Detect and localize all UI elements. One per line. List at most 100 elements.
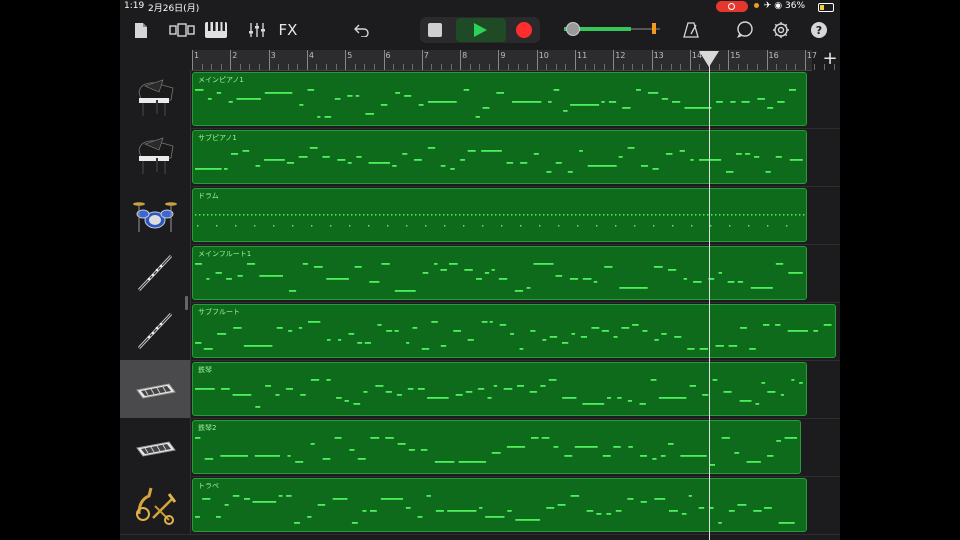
track-header[interactable] [120, 186, 191, 244]
master-volume-slider[interactable] [564, 22, 660, 36]
flute-icon [133, 310, 177, 352]
midi-region[interactable]: 鉄琴 [192, 362, 807, 416]
ruler-bar-number: 2 [232, 51, 238, 60]
track-header-top [120, 50, 192, 71]
undo-icon[interactable] [352, 18, 372, 42]
grand-piano-icon [133, 78, 177, 120]
track-header[interactable] [120, 244, 191, 302]
ruler-bar-line [345, 50, 347, 70]
record-icon[interactable] [516, 22, 532, 38]
mixer-icon[interactable] [246, 18, 268, 42]
track-row[interactable]: トラペ [120, 476, 840, 535]
ruler-bar-line [192, 50, 193, 70]
loop-icon[interactable] [734, 18, 756, 42]
track-row[interactable]: メインピアノ1 [120, 70, 840, 129]
view-toggle-icon[interactable] [168, 18, 196, 42]
volume-knob[interactable] [566, 22, 580, 36]
note-pattern [195, 147, 803, 173]
track-row[interactable]: 鉄琴2 [120, 418, 840, 477]
battery-percent: 36% [785, 1, 806, 11]
note-pattern [195, 379, 803, 408]
midi-region[interactable]: ドラム [192, 188, 807, 242]
help-icon[interactable]: ? [808, 18, 830, 42]
playhead-line [709, 60, 711, 540]
metronome-icon[interactable] [681, 18, 701, 42]
ruler-bar-number: 12 [615, 51, 626, 60]
status-time: 1:19 [124, 1, 145, 11]
track-row[interactable]: 鉄琴 [120, 360, 840, 419]
region-name: メインピアノ1 [198, 76, 244, 84]
ruler-bar-line [766, 50, 768, 70]
ruler-bar-number: 9 [500, 51, 506, 60]
ruler-bar-number: 8 [462, 51, 468, 60]
level-meter [652, 23, 656, 34]
ruler-bar-line [306, 50, 308, 70]
region-name: 鉄琴2 [198, 424, 217, 432]
ruler-bar-number: 3 [270, 51, 276, 60]
region-name: 鉄琴 [198, 366, 212, 374]
drum-kit-icon [133, 194, 177, 236]
ruler-bar-number: 13 [653, 51, 664, 60]
ruler-bar-number: 6 [385, 51, 391, 60]
ruler-bar-number: 15 [730, 51, 741, 60]
track-header[interactable] [120, 418, 191, 476]
battery-icon [818, 3, 834, 12]
play-button[interactable] [456, 18, 506, 42]
track-row[interactable]: サブピアノ1 [120, 128, 840, 187]
midi-region[interactable]: サブフルート [192, 304, 836, 358]
midi-region[interactable]: メインピアノ1 [192, 72, 807, 126]
document-icon[interactable] [132, 18, 150, 42]
ruler-bar-number: 1 [194, 51, 200, 60]
track-header[interactable] [120, 70, 191, 128]
track-header[interactable] [120, 128, 191, 186]
stop-icon[interactable] [428, 23, 442, 37]
ruler-bar-line [575, 50, 576, 70]
midi-region[interactable]: サブピアノ1 [192, 130, 807, 184]
glockenspiel-icon [133, 426, 177, 468]
transport-controls [420, 17, 540, 43]
left-letterbox [0, 0, 120, 540]
ruler-bar-line [460, 50, 462, 70]
ruler-bar-line [651, 50, 653, 70]
ruler-bar-line [804, 50, 806, 70]
status-date: 2月26日(月) [148, 4, 200, 14]
track-row[interactable]: サブフルート [120, 302, 840, 361]
note-pattern [195, 263, 803, 292]
ruler-bar-line [498, 50, 500, 70]
fx-button[interactable]: FX [276, 18, 300, 42]
ruler-bar-number: 4 [308, 51, 314, 60]
flute-icon [133, 252, 177, 294]
track-row[interactable]: メインフルート1 [120, 244, 840, 303]
ruler-bar-line [613, 50, 615, 70]
glockenspiel-icon [133, 368, 177, 410]
midi-region[interactable]: メインフルート1 [192, 246, 807, 300]
grand-piano-icon [133, 136, 177, 178]
ruler-bar-number: 17 [806, 51, 817, 60]
playhead-handle[interactable] [699, 51, 720, 67]
track-header[interactable] [120, 360, 191, 418]
ruler-bar-line [383, 50, 385, 70]
region-name: メインフルート1 [198, 250, 252, 258]
track-row[interactable]: ドラム [120, 186, 840, 245]
play-icon [474, 23, 487, 37]
garageband-app: 1:19 2月26日(月) ✈ ◉ 36% FX ? 1 2 3 4 5 6 7… [120, 0, 840, 540]
region-name: サブピアノ1 [198, 134, 237, 142]
track-header[interactable] [120, 302, 191, 360]
add-track-button[interactable]: + [821, 48, 839, 70]
ruler-bar-line [728, 50, 730, 70]
region-name: サブフルート [198, 308, 240, 316]
ruler-bar-number: 7 [423, 51, 429, 60]
midi-region[interactable]: トラペ [192, 478, 807, 532]
piano-keys-icon[interactable] [204, 18, 228, 42]
right-letterbox [840, 0, 960, 540]
ruler-bar-number: 11 [577, 51, 588, 60]
status-bar: 1:19 2月26日(月) ✈ ◉ 36% [120, 0, 840, 14]
ruler-bar-number: 10 [538, 51, 549, 60]
settings-icon[interactable] [770, 18, 792, 42]
battery-level [820, 5, 825, 10]
header-resize-handle[interactable] [185, 296, 188, 310]
note-pattern [195, 321, 832, 350]
track-header[interactable] [120, 476, 191, 534]
note-pattern [195, 495, 795, 524]
screen-record-indicator [716, 1, 748, 12]
